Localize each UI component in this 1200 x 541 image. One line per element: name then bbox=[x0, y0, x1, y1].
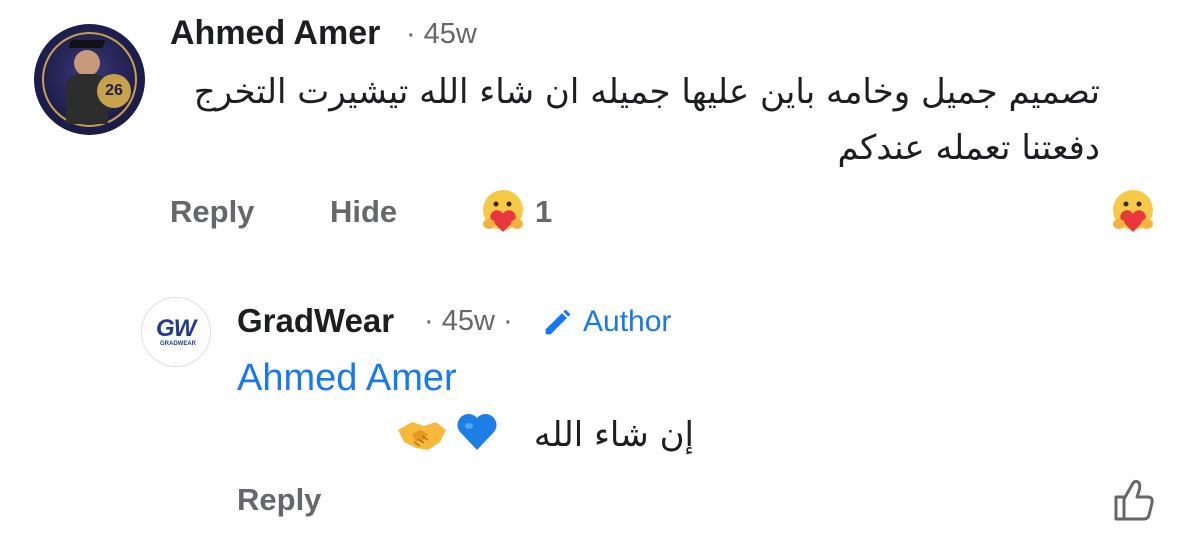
care-reaction-icon[interactable] bbox=[1108, 186, 1158, 236]
separator-dot: · bbox=[494, 305, 513, 337]
comment-time[interactable]: 45w bbox=[424, 18, 477, 50]
reply-time[interactable]: 45w bbox=[442, 305, 495, 337]
mention-link[interactable]: Ahmed Amer bbox=[237, 357, 457, 400]
blue-heart-icon bbox=[457, 413, 497, 450]
comment-text: تصميم جميل وخامه باين عليها جميله ان شاء… bbox=[193, 72, 1100, 168]
care-reaction-icon[interactable] bbox=[478, 186, 528, 236]
reply-button[interactable]: Reply bbox=[237, 482, 321, 518]
avatar-badge: 26 bbox=[97, 74, 131, 108]
gradwear-logo-sub: GRADWEAR bbox=[160, 341, 196, 347]
reply-text: إن شاء الله bbox=[533, 415, 694, 455]
reply-author-name[interactable]: GradWear bbox=[237, 302, 394, 340]
pencil-icon bbox=[545, 309, 571, 335]
like-icon[interactable] bbox=[1108, 475, 1158, 525]
reply-button[interactable]: Reply bbox=[170, 194, 254, 230]
author-badge: Author bbox=[583, 305, 672, 338]
comment-timestamp[interactable]: · 45w bbox=[406, 18, 477, 51]
reply-timestamp[interactable]: · 45w · bbox=[424, 305, 513, 338]
separator-dot: · bbox=[424, 305, 442, 337]
graduation-cap-icon bbox=[68, 40, 106, 48]
separator-dot: · bbox=[406, 18, 416, 50]
avatar-face bbox=[74, 50, 100, 76]
comment-author-name[interactable]: Ahmed Amer bbox=[170, 14, 380, 53]
commenter-avatar[interactable]: 26 bbox=[34, 24, 145, 135]
gradwear-logo: GW bbox=[156, 315, 196, 342]
page-avatar[interactable]: GW GRADWEAR bbox=[141, 297, 211, 367]
hide-button[interactable]: Hide bbox=[330, 194, 397, 230]
reaction-count[interactable]: 1 bbox=[535, 194, 552, 230]
handshake-icon bbox=[398, 422, 446, 450]
